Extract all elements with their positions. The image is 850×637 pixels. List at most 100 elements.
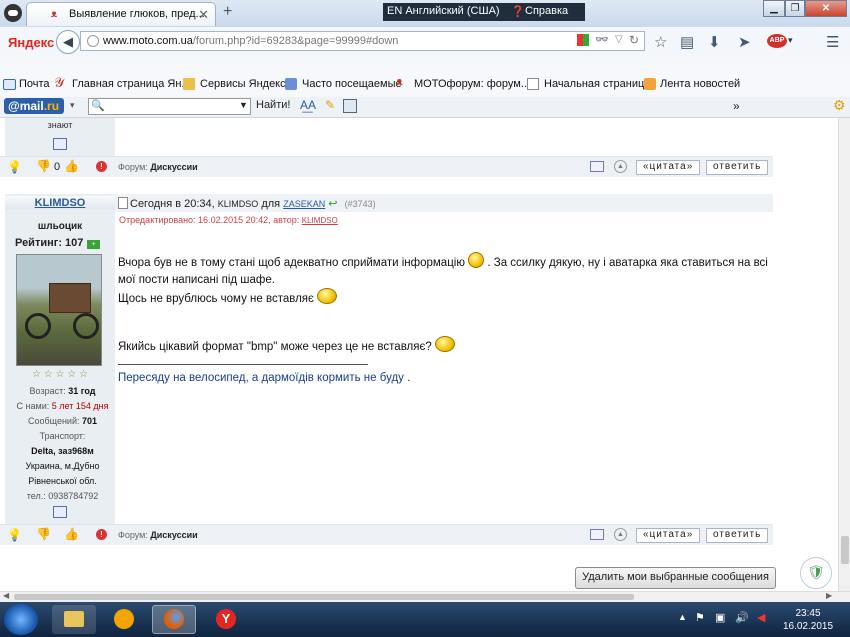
user-rating: Рейтинг: 107 [15,237,83,249]
settings-gear-icon[interactable]: ⚙ [833,97,846,114]
language-indicator[interactable]: EN Английский (США) [387,5,500,17]
mailru-search-input[interactable]: 🔍 ▼ [88,98,251,115]
post-username[interactable]: KLIMDSO [5,197,115,209]
tray-network-icon[interactable]: ▣ [715,611,725,624]
find-button[interactable]: Найти! [256,99,290,111]
language-bar[interactable]: EN Английский (США) ❓ Справка [383,3,585,21]
forum-name[interactable]: Дискуссии [150,530,197,540]
user-age: Возраст: 31 год [5,386,120,396]
bookmark-yandex-home[interactable]: Главная страница Ян... [72,78,191,90]
quote-button[interactable]: «цитата» [636,160,701,175]
close-window-button[interactable]: ✕ [805,0,847,17]
close-tab-icon[interactable]: ✕ [198,7,209,23]
search-dropdown-icon[interactable]: ▼ [239,100,248,110]
post-author[interactable]: KLIMDSO [218,199,259,209]
yandex-logo[interactable]: Яндекс [8,35,54,50]
tray-red-icon[interactable]: ◀ [757,611,765,624]
thumbs-down-icon[interactable]: 👎 [36,159,51,173]
send-message-icon[interactable] [53,138,67,150]
highlight-icon[interactable]: ✎ [325,98,335,112]
report-icon[interactable]: ! [96,161,107,172]
pm-icon[interactable] [590,161,604,172]
reader-icon[interactable]: 👓 [595,33,609,46]
lightbulb-icon[interactable]: 💡 [7,528,22,542]
tray-expand-icon[interactable]: ▲ [678,612,687,622]
post-number[interactable]: (#3743) [345,199,376,209]
mailru-dropdown-icon[interactable]: ▾ [70,100,75,111]
post-recipient[interactable]: ZASEKAN [283,199,325,209]
font-size-icon[interactable]: A͟A [300,98,316,112]
download-icon[interactable]: ⬇ [708,33,721,51]
scroll-right-icon[interactable]: ▶ [826,591,832,600]
new-tab-icon[interactable]: + [223,3,232,21]
thumbs-down-icon[interactable]: 👎 [36,527,51,541]
minimize-button[interactable]: ▁ [763,0,785,17]
adblock-dropdown-icon[interactable]: ▾ [788,35,793,46]
vertical-scroll-thumb[interactable] [841,536,849,564]
maximize-button[interactable]: ❐ [785,0,805,17]
pm-icon[interactable] [590,529,604,540]
help-icon[interactable]: ❓ [511,5,525,18]
transport-label: Транспорт: [39,431,86,441]
scroll-up-icon[interactable]: ▲ [614,160,627,173]
lightbulb-icon[interactable]: 💡 [7,160,22,174]
frequent-icon [285,78,297,90]
toolbar-more-icon[interactable]: » [733,99,740,113]
bookmark-mail[interactable]: Почта [19,78,50,90]
clock-date: 16.02.2015 [782,621,834,632]
shield-icon[interactable]: 🛡 [800,557,832,589]
start-button[interactable] [4,604,38,635]
quote-button[interactable]: «цитата» [636,528,701,543]
thumbs-up-icon[interactable]: 👍 [64,527,79,541]
post-paragraph-1: Вчора був не в тому стані щоб адекватно … [118,252,768,289]
bookmarks-list-icon[interactable]: ▤ [680,33,694,51]
moto-favicon-icon: ᴥ [396,76,403,88]
thumbs-up-icon[interactable]: 👍 [64,159,79,173]
clock[interactable]: 23:45 16.02.2015 [780,607,836,633]
send-icon[interactable]: ➤ [738,33,751,51]
horizontal-scroll-thumb[interactable] [14,594,634,600]
address-bar[interactable]: www.moto.com.ua/forum.php?id=69283&page=… [80,31,645,51]
forum-name[interactable]: Дискуссии [150,162,197,172]
yandex-taskbar-icon[interactable]: Y [204,605,248,634]
page-search-icon[interactable] [343,99,357,113]
report-icon[interactable]: ! [96,529,107,540]
app-taskbar-icon[interactable] [102,605,146,634]
explorer-taskbar-icon[interactable] [52,605,96,634]
reply-button[interactable]: ответить [706,160,769,175]
reload-icon[interactable]: ↻ [629,33,639,47]
tab-forum[interactable]: ᴥ Выявление глюков, пред... ✕ [26,2,216,26]
edited-author[interactable]: KLIMDSO [302,216,338,225]
bookmark-start-page[interactable]: Начальная страница [544,78,650,90]
menu-icon[interactable]: ☰ [826,33,839,51]
scroll-up-icon[interactable]: ▲ [614,528,627,541]
firefox-taskbar-icon[interactable] [152,605,196,634]
post-line-3: Якийсь цікавий формат "bmp" може через ц… [118,341,432,353]
send-message-icon[interactable] [53,506,67,518]
scroll-left-icon[interactable]: ◀ [3,591,9,600]
tray-flag-icon[interactable]: ⚑ [695,611,705,624]
bookmark-star-icon[interactable]: ☆ [654,33,667,51]
delete-selected-button[interactable]: Удалить мои выбранные сообщения [575,567,776,589]
mailru-logo[interactable]: @mail.ru [4,98,64,114]
messages-value: 701 [81,416,98,426]
bookmark-news[interactable]: Лента новостей [660,78,740,90]
prev-post-body [115,118,773,156]
adblock-icon[interactable]: ABP [767,34,787,48]
post-user-column: KLIMDSO шльоцик Рейтинг: 107 + ☆ ☆ ☆ ☆ ☆… [5,194,115,524]
rating-plus-icon[interactable]: + [87,240,100,249]
tray-volume-icon[interactable]: 🔊 [735,611,749,624]
windows-taskbar: Y ▲ ⚑ ▣ 🔊 ◀ 23:45 16.02.2015 [0,602,850,637]
vertical-scrollbar[interactable] [838,118,850,591]
back-button[interactable]: ◀ [56,30,80,54]
help-label[interactable]: Справка [525,5,568,17]
user-avatar[interactable] [16,254,102,366]
bookmark-motoforum[interactable]: МОТОфорум: форум... [414,78,530,90]
confused-smiley-icon [317,288,338,304]
bookmark-frequent[interactable]: Часто посещаемые [302,78,402,90]
post-paragraph-3: Якийсь цікавий формат "bmp" може через ц… [118,336,455,356]
bookmark-yandex-services[interactable]: Сервисы Яндекса [200,78,292,90]
dropdown-icon[interactable]: ▽ [615,34,623,45]
browser-menu-icon[interactable] [4,4,22,22]
reply-button[interactable]: ответить [706,528,769,543]
